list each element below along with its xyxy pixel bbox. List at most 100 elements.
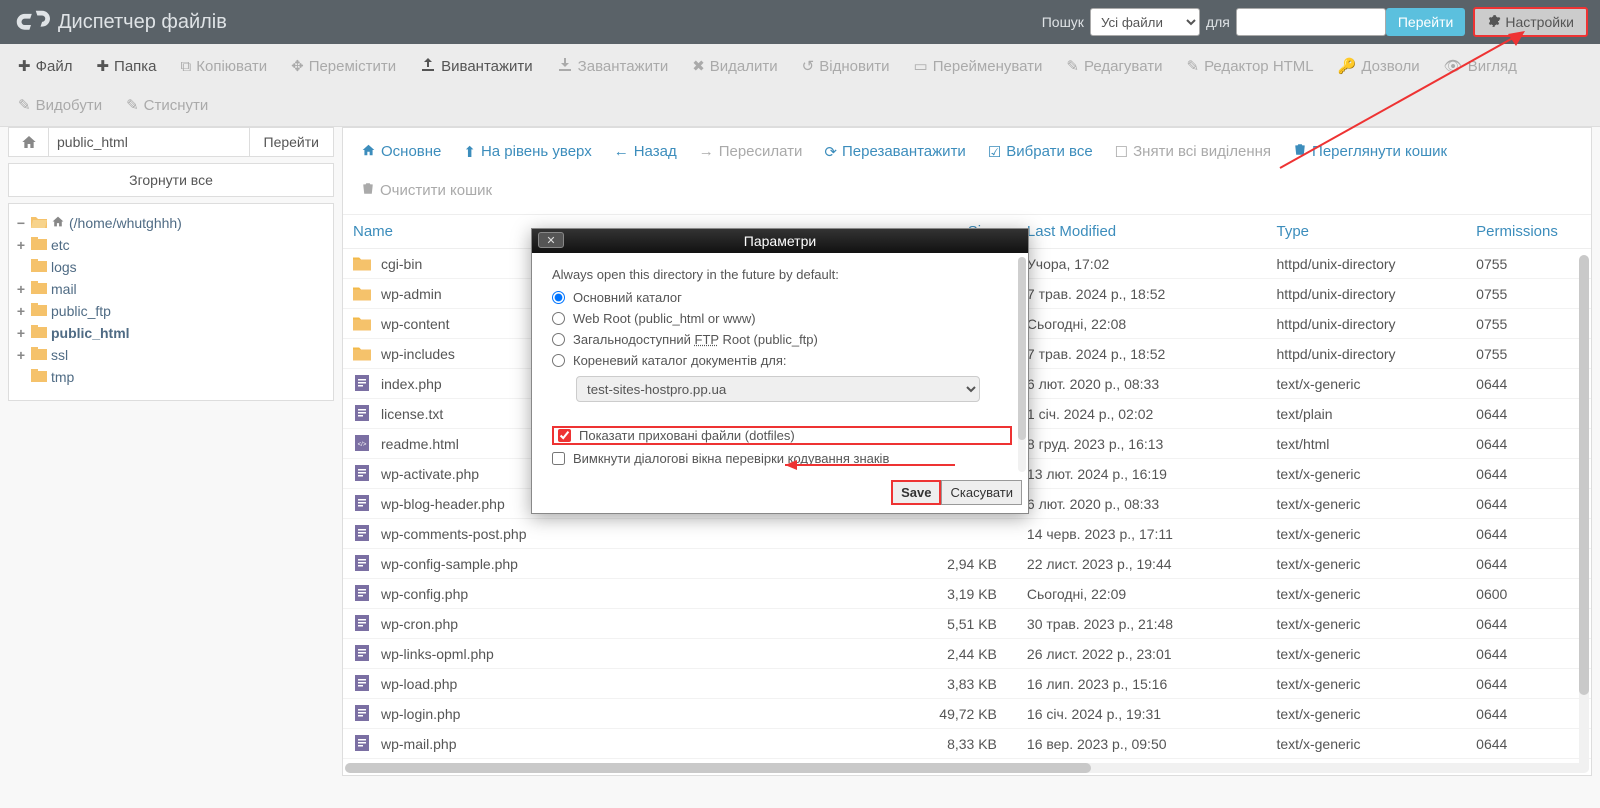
up-level-action[interactable]: ⬆На рівень уверх [455, 138, 599, 165]
table-row[interactable]: wp-load.php3,83 KB16 лип. 2023 р., 15:16… [343, 669, 1591, 699]
file-name: wp-config-sample.php [381, 556, 518, 572]
path-box: Перейти [8, 127, 334, 157]
file-name: wp-links-opml.php [381, 646, 494, 662]
col-type[interactable]: Type [1267, 215, 1467, 249]
folder-icon [31, 347, 47, 363]
reload-action[interactable]: ⟳Перезавантажити [816, 138, 973, 165]
check-icon: ☑ [988, 143, 1001, 161]
folder-icon [31, 325, 47, 341]
search-scope-select[interactable]: Усі файли [1090, 8, 1200, 36]
col-perm[interactable]: Permissions [1466, 215, 1591, 249]
search-for-label: для [1206, 14, 1230, 30]
empty-trash-action[interactable]: Очистити кошик [353, 177, 500, 204]
file-name: license.txt [381, 406, 443, 422]
collapse-all-button[interactable]: Згорнути все [8, 163, 334, 197]
settings-button[interactable]: Настройки [1473, 7, 1588, 37]
directory-tree: − (/home/whutghhh) +etc logs +mail +publ… [8, 203, 334, 401]
table-row[interactable]: wp-links-opml.php2,44 KB26 лист. 2022 р.… [343, 639, 1591, 669]
tree-item-tmp[interactable]: tmp [15, 366, 327, 388]
file-modified: 8 груд. 2023 р., 16:13 [1017, 429, 1267, 459]
tree-item-mail[interactable]: +mail [15, 278, 327, 300]
restore-icon: ↺ [802, 57, 815, 75]
compress-button[interactable]: ✎Стиснути [116, 90, 218, 120]
cancel-button[interactable]: Скасувати [941, 480, 1022, 505]
table-row[interactable]: wp-login.php49,72 KB16 січ. 2024 р., 19:… [343, 699, 1591, 729]
upload-button[interactable]: Вивантажити [410, 50, 543, 82]
tree-item-public-ftp[interactable]: +public_ftp [15, 300, 327, 322]
close-icon[interactable]: ✕ [538, 232, 564, 248]
radio-ftproot[interactable]: Загальнодоступний FTP Root (public_ftp) [552, 332, 1012, 347]
file-modified: 1 січ. 2024 р., 02:02 [1017, 399, 1267, 429]
tree-item-etc[interactable]: +etc [15, 234, 327, 256]
select-all-action[interactable]: ☑Вибрати все [980, 138, 1101, 165]
table-row[interactable]: wp-mail.php8,33 KB16 вер. 2023 р., 09:50… [343, 729, 1591, 759]
domain-select[interactable]: test-sites-hostpro.pp.ua [576, 376, 980, 402]
search-go-button[interactable]: Перейти [1386, 8, 1465, 36]
tree-root[interactable]: − (/home/whutghhh) [15, 212, 327, 234]
move-button[interactable]: ✥Перемістити [281, 51, 406, 81]
edit-button[interactable]: ✎Редагувати [1056, 51, 1172, 81]
file-type: text/x-generic [1267, 669, 1467, 699]
checkbox-encoding[interactable]: Вимкнути діалогові вікна перевірки кодув… [552, 451, 1012, 466]
table-row[interactable]: wp-config.php3,19 KBСьогодні, 22:09text/… [343, 579, 1591, 609]
table-row[interactable]: wp-cron.php5,51 KB30 трав. 2023 р., 21:4… [343, 609, 1591, 639]
dialog-scrollbar[interactable] [1018, 257, 1026, 472]
col-modified[interactable]: Last Modified [1017, 215, 1267, 249]
view-trash-action[interactable]: Переглянути кошик [1285, 138, 1455, 165]
download-button[interactable]: Завантажити [547, 50, 679, 82]
delete-icon: ✖ [692, 57, 705, 75]
table-row[interactable]: wp-config-sample.php2,94 KB22 лист. 2023… [343, 549, 1591, 579]
vertical-scrollbar[interactable] [1579, 255, 1589, 773]
file-modified: Сьогодні, 22:08 [1017, 309, 1267, 339]
file-name: wp-config.php [381, 586, 468, 602]
view-button[interactable]: 👁Вигляд [1434, 51, 1527, 81]
file-size: 8,33 KB [892, 729, 1017, 759]
deselect-action[interactable]: ☐Зняти всі виділення [1107, 138, 1279, 165]
path-go-button[interactable]: Перейти [249, 128, 333, 156]
rename-button[interactable]: ▭Перейменувати [904, 51, 1053, 81]
copy-icon: ⧉ [181, 58, 192, 75]
tree-item-public-html[interactable]: +public_html [15, 322, 327, 344]
file-type: text/x-generic [1267, 369, 1467, 399]
file-perm: 0644 [1466, 549, 1591, 579]
file-perm: 0755 [1466, 309, 1591, 339]
html-editor-button[interactable]: ✎Редактор HTML [1177, 51, 1324, 81]
restore-button[interactable]: ↺Відновити [792, 51, 900, 81]
file-modified: 16 лип. 2023 р., 15:16 [1017, 669, 1267, 699]
table-row[interactable]: wp-comments-post.php14 черв. 2023 р., 17… [343, 519, 1591, 549]
file-perm: 0755 [1466, 339, 1591, 369]
preferences-dialog: ✕ Параметри Always open this directory i… [531, 228, 1029, 514]
tree-item-ssl[interactable]: +ssl [15, 344, 327, 366]
file-button[interactable]: ✚Файл [8, 51, 82, 81]
radio-docroot[interactable]: Кореневий каталог документів для: [552, 353, 1012, 368]
file-perm: 0644 [1466, 699, 1591, 729]
folder-button[interactable]: ✚Папка [86, 51, 166, 81]
file-type: text/x-generic [1267, 549, 1467, 579]
back-action[interactable]: ←Назад [606, 138, 685, 165]
file-perm: 0755 [1466, 279, 1591, 309]
dialog-heading: Always open this directory in the future… [552, 267, 1012, 282]
folder-icon [31, 259, 47, 275]
copy-button[interactable]: ⧉Копіювати [171, 52, 278, 81]
dialog-title-bar: ✕ Параметри [532, 229, 1028, 253]
file-name: wp-load.php [381, 676, 457, 692]
extract-button[interactable]: ✎Видобути [8, 90, 112, 120]
radio-home[interactable]: Основний каталог [552, 290, 1012, 305]
forward-action[interactable]: →Пересилати [691, 138, 811, 165]
path-input[interactable] [49, 128, 249, 156]
file-modified: 30 трав. 2023 р., 21:48 [1017, 609, 1267, 639]
permissions-button[interactable]: 🔑Дозволи [1328, 51, 1430, 81]
file-size: 5,51 KB [892, 609, 1017, 639]
home-icon[interactable] [9, 128, 49, 156]
checkbox-dotfiles[interactable]: Показати приховані файли (dotfiles) [552, 426, 1012, 445]
radio-webroot[interactable]: Web Root (public_html or www) [552, 311, 1012, 326]
search-input[interactable] [1236, 8, 1386, 36]
file-modified: 7 трав. 2024 р., 18:52 [1017, 279, 1267, 309]
main-toolbar: ✚Файл ✚Папка ⧉Копіювати ✥Перемістити Вив… [0, 44, 1600, 127]
file-perm: 0644 [1466, 609, 1591, 639]
horizontal-scrollbar[interactable] [345, 763, 1589, 773]
delete-button[interactable]: ✖Видалити [682, 51, 787, 81]
save-button[interactable]: Save [891, 480, 941, 505]
tree-item-logs[interactable]: logs [15, 256, 327, 278]
home-action[interactable]: Основне [353, 138, 449, 165]
